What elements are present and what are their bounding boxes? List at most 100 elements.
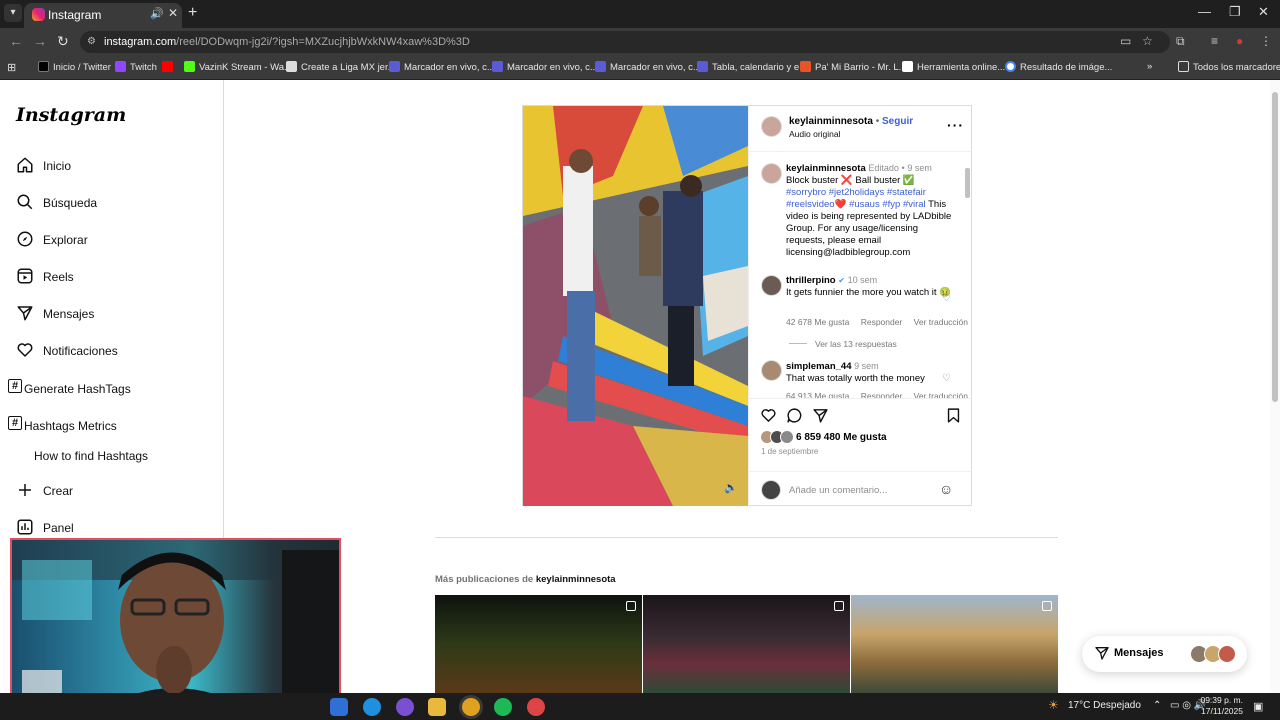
- bookmark-item[interactable]: Create a Liga MX jer...: [286, 61, 396, 73]
- reply-button[interactable]: Responder: [861, 317, 903, 327]
- bookmark-item[interactable]: Herramienta online...: [902, 61, 1005, 73]
- comment-like-icon[interactable]: ♡: [942, 373, 951, 384]
- forward-icon[interactable]: →: [33, 33, 47, 49]
- back-icon[interactable]: ←: [9, 33, 23, 49]
- likes-count[interactable]: 6 859 480 Me gusta: [796, 432, 887, 443]
- follow-button[interactable]: Seguir: [882, 116, 913, 127]
- comment-likes[interactable]: 42 678 Me gusta: [786, 317, 849, 327]
- share-icon[interactable]: [812, 407, 829, 424]
- post-username[interactable]: keylainminnesota: [789, 116, 873, 127]
- install-app-icon[interactable]: ▭: [1120, 34, 1131, 48]
- post-thumbnail[interactable]: [851, 595, 1058, 693]
- comment-likes[interactable]: 64 913 Me gusta: [786, 391, 849, 398]
- comment-username[interactable]: thrillerpino: [786, 275, 836, 286]
- music-icon: [800, 61, 811, 72]
- post-thumbnail[interactable]: [643, 595, 850, 693]
- caption-hashtags[interactable]: #sorrybro #jet2holidays #statefair: [786, 187, 926, 198]
- score-icon: [492, 61, 503, 72]
- view-replies-button[interactable]: Ver las 13 respuestas: [789, 339, 897, 349]
- mute-icon[interactable]: 🔈: [724, 481, 738, 494]
- restore-icon[interactable]: ❐: [1229, 4, 1241, 20]
- tab-search-dropdown[interactable]: ▾: [4, 4, 22, 22]
- address-bar[interactable]: ⚙ instagram.com/reel/DODwqm-jg2i/?igsh=M…: [80, 31, 1170, 53]
- page-scrollbar[interactable]: [1270, 80, 1280, 693]
- taskbar: ☀ 17°C Despejado ⌃ ▭ ◎ 🔊 09:39 p. m. 17/…: [0, 693, 1280, 720]
- sidebar-item-label: Explorar: [43, 233, 88, 247]
- bookmark-item[interactable]: Marcador en vivo, c...: [389, 61, 495, 73]
- weather-icon[interactable]: ☀: [1048, 698, 1059, 712]
- site-info-icon[interactable]: ⚙: [87, 31, 96, 53]
- bookmark-item[interactable]: [162, 61, 177, 73]
- bookmark-item[interactable]: Resultado de imáge...: [1005, 61, 1112, 73]
- more-posts-user[interactable]: keylainminnesota: [536, 574, 616, 585]
- spotify-icon[interactable]: [494, 698, 512, 716]
- translate-button[interactable]: Ver traducción: [914, 391, 968, 398]
- more-bookmarks-icon[interactable]: »: [1147, 61, 1152, 72]
- tab-audio-icon[interactable]: 🔊: [150, 7, 164, 20]
- avatar[interactable]: [761, 275, 782, 296]
- comments-scrollbar[interactable]: [965, 160, 970, 398]
- bookmark-item[interactable]: Twitch: [115, 61, 157, 73]
- all-bookmarks[interactable]: Todos los marcadores: [1178, 61, 1280, 73]
- bookmark-item[interactable]: Marcador en vivo, c...: [595, 61, 701, 73]
- chrome-icon[interactable]: [462, 698, 480, 716]
- avatar: [1218, 645, 1236, 663]
- bookmark-item[interactable]: Pa' Mi Barrio - Mr. L...: [800, 61, 907, 73]
- google-icon: [1005, 61, 1016, 72]
- reel-post: 🔈 keylainminnesota • Seguir Audio origin…: [522, 105, 973, 506]
- webcam-frame: [12, 540, 339, 712]
- tab-instagram[interactable]: Instagram 🔊 ✕: [24, 3, 182, 28]
- app-icon[interactable]: [396, 698, 414, 716]
- file-explorer-icon[interactable]: [428, 698, 446, 716]
- comment-input[interactable]: Añade un comentario...: [789, 485, 887, 496]
- messages-button[interactable]: Mensajes: [1082, 636, 1247, 672]
- comment-icon[interactable]: [786, 407, 803, 424]
- bookmark-item[interactable]: VazinK Stream - Wa...: [184, 61, 292, 73]
- video-frame: [523, 106, 748, 506]
- more-options-icon[interactable]: ···: [947, 117, 964, 133]
- menu-icon[interactable]: ⋮: [1260, 34, 1272, 48]
- reel-video[interactable]: 🔈: [523, 106, 748, 506]
- reply-button[interactable]: Responder: [861, 391, 903, 398]
- bookmark-item[interactable]: Marcador en vivo, c...: [492, 61, 598, 73]
- profile-icon[interactable]: ●: [1236, 34, 1243, 48]
- apps-grid-icon[interactable]: ⊞: [7, 61, 16, 74]
- close-window-icon[interactable]: ✕: [1258, 4, 1269, 20]
- app-icon[interactable]: [527, 698, 545, 716]
- notifications-icon[interactable]: ▣: [1253, 700, 1263, 713]
- sidebar-item-label: Notificaciones: [43, 344, 118, 358]
- tray-overflow-icon[interactable]: ⌃: [1153, 700, 1161, 711]
- comment-like-icon[interactable]: ♡: [942, 293, 951, 304]
- save-bookmark-icon[interactable]: [946, 407, 961, 424]
- bookmark-star-icon[interactable]: ☆: [1142, 34, 1153, 48]
- avatar[interactable]: [761, 116, 782, 137]
- comment-username[interactable]: simpleman_44: [786, 361, 851, 372]
- edge-icon[interactable]: [363, 698, 381, 716]
- bookmark-item[interactable]: Tabla, calendario y e...: [697, 61, 807, 73]
- audio-label[interactable]: Audio original: [789, 129, 841, 139]
- post-thumbnail[interactable]: [435, 595, 642, 693]
- post-header-user: keylainminnesota • Seguir: [789, 116, 913, 127]
- extensions-icon[interactable]: ⧉: [1176, 34, 1185, 49]
- score-icon: [697, 61, 708, 72]
- caption-hashtags[interactable]: #reelsvideo: [786, 199, 835, 210]
- weather-text[interactable]: 17°C Despejado: [1068, 700, 1141, 711]
- translate-button[interactable]: Ver traducción: [914, 317, 968, 327]
- media-control-icon[interactable]: ≡: [1211, 34, 1218, 48]
- minimize-icon[interactable]: —: [1198, 4, 1211, 19]
- emoji-icon[interactable]: ☺: [939, 481, 953, 497]
- new-tab-button[interactable]: +: [188, 4, 197, 22]
- like-icon[interactable]: [760, 407, 777, 424]
- caption-hashtags[interactable]: #usaus #fyp #viral: [849, 199, 926, 210]
- instagram-logo[interactable]: Instagram: [16, 104, 126, 126]
- avatar[interactable]: [761, 163, 782, 184]
- reload-icon[interactable]: ↻: [57, 33, 69, 50]
- sidebar-item-label: Hashtags Metrics: [24, 419, 117, 433]
- liker-avatar: [780, 430, 794, 444]
- bookmark-item[interactable]: Inicio / Twitter: [38, 61, 111, 73]
- taskview-icon[interactable]: [330, 698, 348, 716]
- caption-username[interactable]: keylainminnesota: [786, 163, 866, 174]
- tab-close-icon[interactable]: ✕: [168, 6, 178, 20]
- clock[interactable]: 09:39 p. m. 17/11/2025: [1198, 695, 1243, 717]
- avatar[interactable]: [761, 360, 782, 381]
